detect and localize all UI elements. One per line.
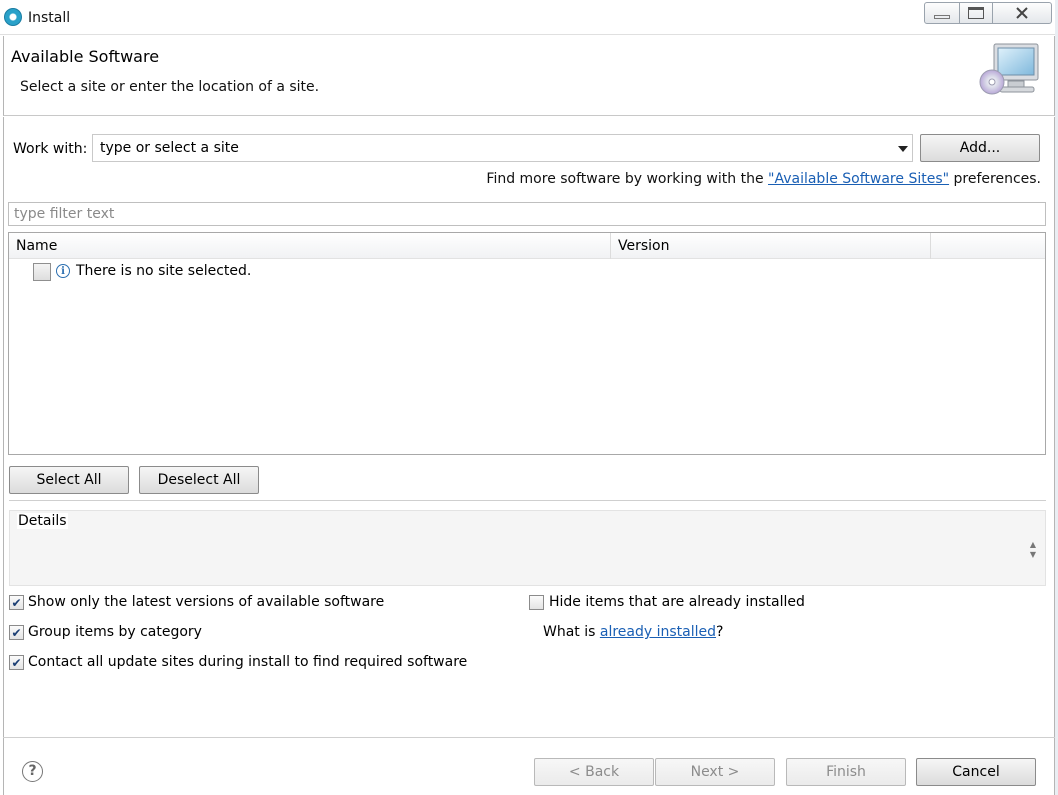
next-button[interactable]: Next > (655, 758, 775, 786)
window-title: Install (28, 10, 71, 26)
column-header-version[interactable]: Version (611, 233, 931, 259)
latest-versions-checkbox[interactable]: ✔ (9, 595, 24, 610)
more-software-text: Find more software by working with the "… (486, 171, 1041, 187)
finish-button[interactable]: Finish (786, 758, 906, 786)
site-combo[interactable]: type or select a site (92, 134, 913, 162)
already-installed-link[interactable]: already installed (600, 624, 716, 640)
work-with-label: Work with: (13, 141, 88, 157)
what-is-prefix: What is (543, 624, 600, 640)
details-panel (9, 510, 1046, 586)
table-row[interactable]: i There is no site selected. (9, 260, 1045, 284)
site-combo-value[interactable]: type or select a site (100, 140, 239, 156)
info-icon: i (56, 264, 70, 278)
what-is-suffix: ? (716, 624, 724, 640)
eclipse-app-icon (4, 8, 22, 26)
checkmark-icon: ✔ (11, 595, 22, 610)
column-header-extra[interactable] (931, 233, 1045, 259)
details-scroll-arrows[interactable]: ▲ ▼ (1026, 540, 1040, 562)
latest-versions-label[interactable]: Show only the latest versions of availab… (28, 594, 384, 610)
add-site-button[interactable]: Add... (920, 134, 1040, 162)
footer-separator (3, 737, 1055, 738)
computer-cd-icon (979, 43, 1039, 95)
select-all-button[interactable]: Select All (9, 466, 129, 494)
checkmark-icon: ✔ (11, 655, 22, 670)
back-button[interactable]: < Back (534, 758, 654, 786)
what-is-installed-text: What is already installed? (543, 624, 723, 640)
maximize-button[interactable] (959, 2, 993, 24)
deselect-all-button[interactable]: Deselect All (139, 466, 259, 494)
minimize-icon (934, 15, 950, 19)
available-software-sites-link[interactable]: "Available Software Sites" (768, 171, 949, 187)
page-title: Available Software (11, 47, 160, 66)
hide-installed-label[interactable]: Hide items that are already installed (549, 594, 805, 610)
software-table[interactable]: Name Version i There is no site selected… (8, 232, 1046, 455)
contact-update-sites-label[interactable]: Contact all update sites during install … (28, 654, 467, 670)
filter-input[interactable] (8, 202, 1046, 226)
row-checkbox[interactable] (33, 263, 51, 281)
group-by-category-label[interactable]: Group items by category (28, 624, 202, 640)
chevron-down-icon[interactable] (898, 146, 908, 152)
column-header-name[interactable]: Name (9, 233, 611, 259)
title-bar (0, 0, 1058, 35)
close-button[interactable] (992, 2, 1052, 24)
maximize-icon (968, 7, 984, 19)
row-name: There is no site selected. (76, 263, 252, 279)
close-icon (1016, 7, 1028, 19)
more-software-prefix: Find more software by working with the (486, 171, 769, 187)
contact-update-sites-checkbox[interactable]: ✔ (9, 655, 24, 670)
minimize-button[interactable] (924, 2, 960, 24)
separator (9, 500, 1046, 501)
help-icon[interactable]: ? (22, 761, 43, 782)
page-subtitle: Select a site or enter the location of a… (20, 79, 320, 95)
wizard-header (3, 36, 1055, 116)
details-label: Details (17, 513, 68, 529)
checkmark-icon: ✔ (11, 625, 22, 640)
cancel-button[interactable]: Cancel (916, 758, 1036, 786)
hide-installed-checkbox[interactable] (529, 595, 544, 610)
table-header: Name Version (9, 233, 1045, 259)
group-by-category-checkbox[interactable]: ✔ (9, 625, 24, 640)
more-software-suffix: preferences. (949, 171, 1042, 187)
